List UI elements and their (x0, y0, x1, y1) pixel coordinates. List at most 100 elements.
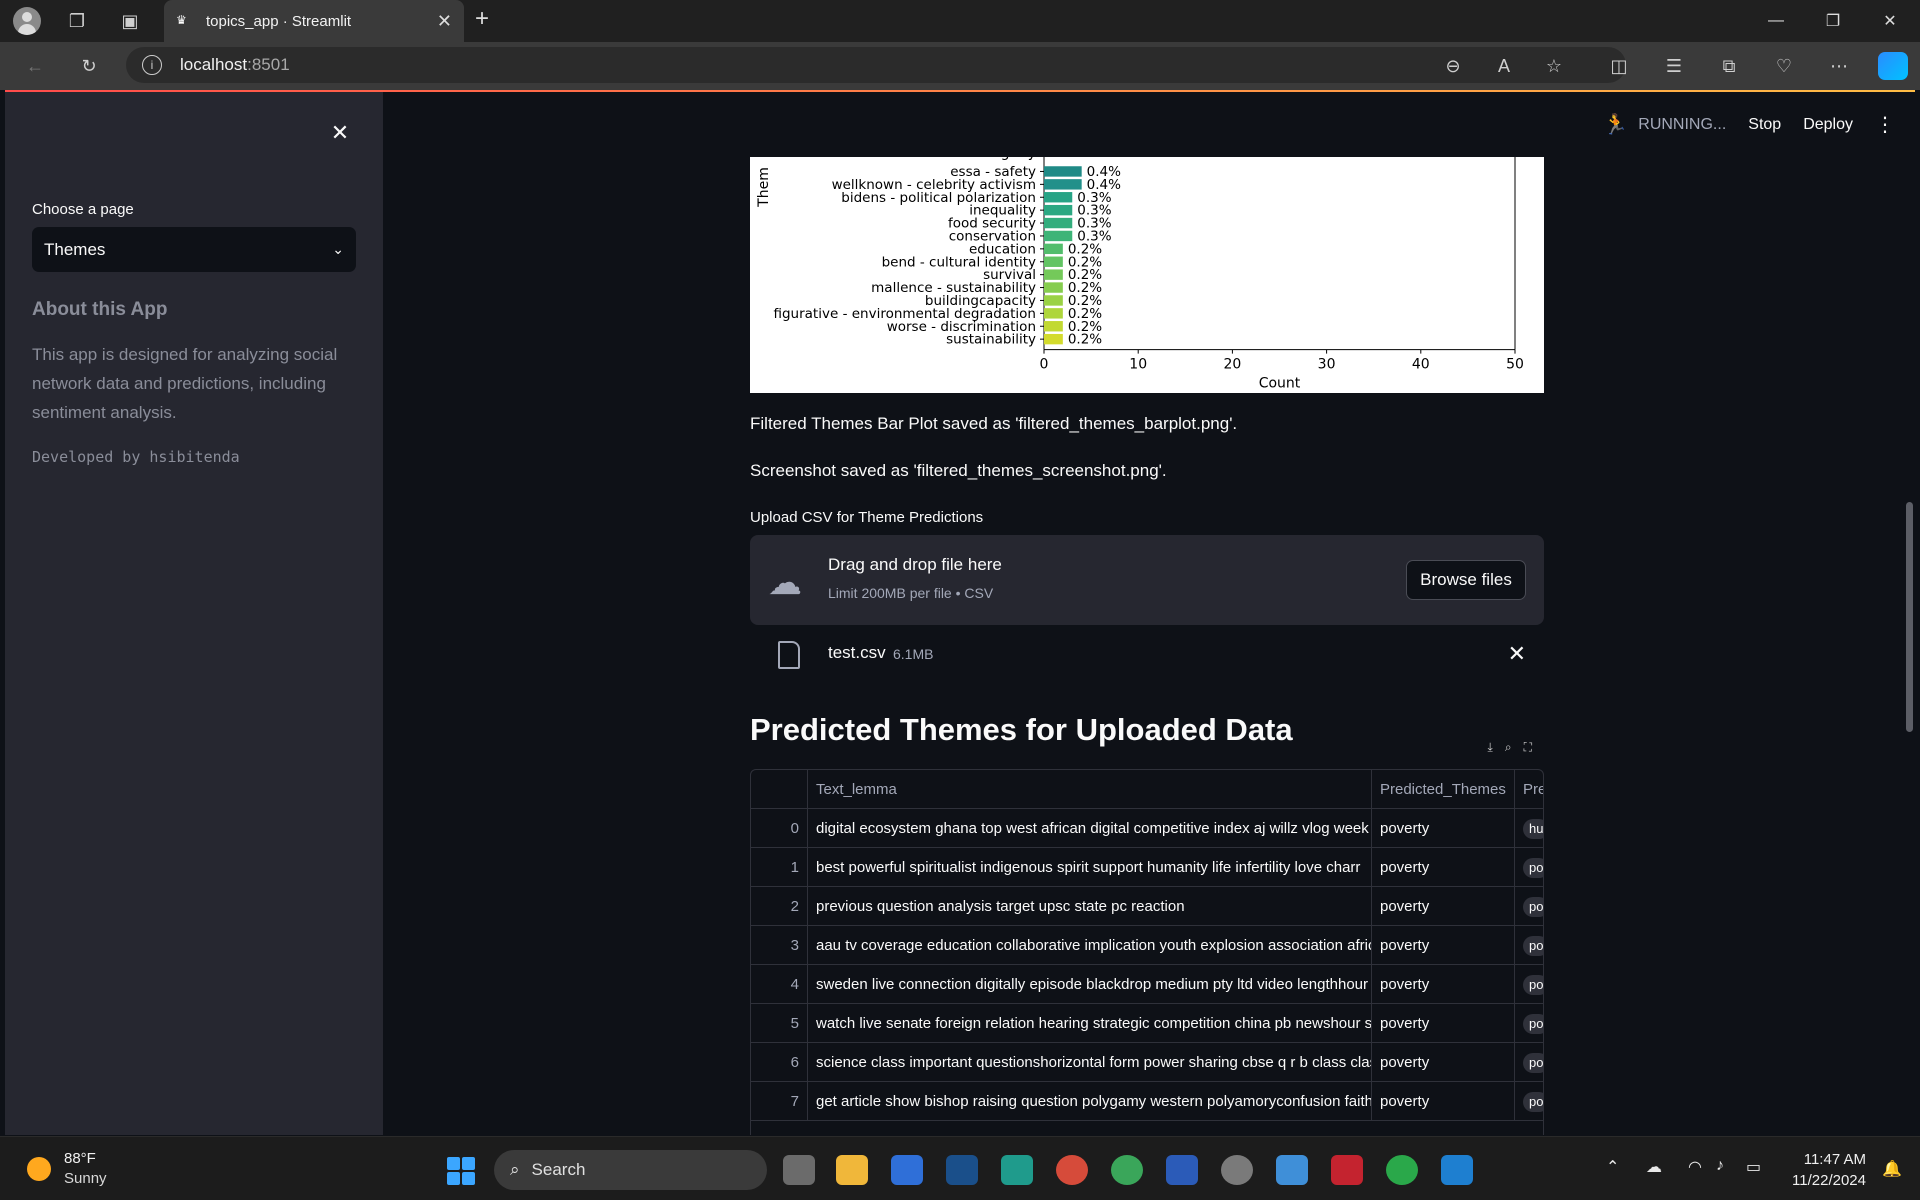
profile-avatar[interactable] (13, 7, 41, 35)
fullscreen-icon[interactable]: ⛶ (1524, 740, 1532, 755)
url-bar[interactable]: i localhost:8501 (126, 47, 1626, 83)
bar (1044, 321, 1063, 332)
file-dropzone[interactable]: ☁ Drag and drop file here Limit 200MB pe… (750, 535, 1544, 625)
favorites-icon[interactable]: ☰ (1658, 50, 1690, 82)
show-hidden-icons-icon[interactable]: ⌃ (1606, 1157, 1619, 1177)
minimize-icon[interactable]: — (1756, 6, 1796, 36)
favorite-star-icon[interactable]: ☆ (1538, 50, 1570, 82)
bar (1044, 269, 1063, 280)
pred-column-header[interactable]: Pre (1515, 770, 1543, 809)
reload-icon[interactable]: ↻ (73, 50, 105, 82)
weather-sun-icon[interactable] (27, 1157, 51, 1181)
predicted-themes-header[interactable]: Predicted_Themes (1372, 770, 1515, 809)
taskbar-search[interactable]: ⌕ Search (494, 1150, 767, 1190)
edge-icon[interactable] (1001, 1155, 1033, 1185)
read-aloud-icon[interactable]: A (1488, 50, 1520, 82)
file-icon (778, 641, 800, 669)
search-icon[interactable]: ⌕ (1505, 740, 1512, 755)
file-explorer-icon[interactable] (836, 1155, 868, 1185)
x-axis-label: Count (1259, 376, 1301, 392)
table-row[interactable]: 0 digital ecosystem ghana top west africa… (751, 809, 1543, 848)
text-lemma-cell: aau tv coverage education collaborative … (808, 926, 1372, 965)
themes-bar-chart: discrimination - gloryThemessa - safety0… (750, 157, 1544, 393)
main-menu-icon[interactable]: ⋮ (1875, 112, 1895, 137)
pred-cell: po (1515, 848, 1543, 887)
wifi-icon[interactable]: ◠ (1688, 1157, 1702, 1177)
url-host: localhost (180, 55, 248, 74)
settings-icon[interactable] (1221, 1155, 1253, 1185)
vscode-icon[interactable] (1441, 1155, 1473, 1185)
spinner-app-icon[interactable] (1386, 1155, 1418, 1185)
table-row[interactable]: 3 aau tv coverage education collaborative… (751, 926, 1543, 965)
remove-file-icon[interactable]: ✕ (1508, 641, 1526, 667)
chrome-profile-icon[interactable] (1111, 1155, 1143, 1185)
row-index: 1 (751, 848, 808, 887)
deploy-button[interactable]: Deploy (1803, 116, 1853, 134)
workspaces-icon[interactable]: ❐ (61, 5, 93, 37)
window-close-icon[interactable]: ✕ (1870, 6, 1910, 36)
table-row[interactable]: 7 get article show bishop raising questio… (751, 1082, 1543, 1121)
restore-icon[interactable]: ❐ (1813, 6, 1853, 36)
x-tick-label: 10 (1129, 357, 1147, 373)
split-screen-icon[interactable]: ◫ (1603, 50, 1635, 82)
taskbar-search-label: Search (531, 1160, 586, 1179)
pred-pill: po (1523, 936, 1543, 956)
site-info-icon[interactable]: i (142, 55, 162, 75)
text-lemma-cell: science class important questionshorizon… (808, 1043, 1372, 1082)
task-view-icon[interactable] (783, 1155, 815, 1185)
table-row[interactable]: 6 science class important questionshorizo… (751, 1043, 1543, 1082)
weather-desc[interactable]: Sunny (64, 1170, 107, 1187)
dell-icon[interactable] (946, 1155, 978, 1185)
back-icon[interactable]: ← (19, 50, 51, 82)
table-row[interactable]: 2 previous question analysis target upsc … (751, 887, 1543, 926)
browser-essentials-icon[interactable]: ♡ (1768, 50, 1800, 82)
page-select[interactable]: Themes ⌄ (32, 227, 356, 272)
store-icon[interactable] (891, 1155, 923, 1185)
text-lemma-header[interactable]: Text_lemma (808, 770, 1372, 809)
app-header: 🏃 RUNNING... Stop Deploy ⋮ (1603, 112, 1895, 137)
pred-cell: hu (1515, 809, 1543, 848)
stop-button[interactable]: Stop (1748, 116, 1781, 134)
mendeley-icon[interactable] (1331, 1155, 1363, 1185)
browse-files-button[interactable]: Browse files (1406, 560, 1526, 600)
close-sidebar-icon[interactable]: ✕ (325, 118, 355, 148)
collections-icon[interactable]: ⧉ (1713, 50, 1745, 82)
bar (1044, 230, 1073, 242)
bar (1044, 243, 1063, 255)
clock[interactable]: 11:47 AM 11/22/2024 (1792, 1149, 1866, 1191)
notification-bell-icon[interactable]: 🔔 (1882, 1159, 1902, 1179)
uploaded-file: test.csv 6.1MB ✕ (750, 637, 1544, 677)
volume-icon[interactable]: ♪ (1716, 1157, 1724, 1175)
onedrive-icon[interactable]: ☁ (1646, 1157, 1662, 1177)
windows-start-icon[interactable] (447, 1157, 475, 1185)
tick-label-partial: discrimination - glory (887, 157, 1036, 161)
table-row[interactable]: 5 watch live senate foreign relation hear… (751, 1004, 1543, 1043)
predicted-theme-cell: poverty (1372, 1004, 1515, 1043)
about-text: This app is designed for analyzing socia… (32, 345, 338, 422)
close-tab-icon[interactable]: ✕ (437, 11, 452, 32)
bar-chart-svg: discrimination - gloryThemessa - safety0… (756, 157, 1524, 392)
table-row[interactable]: 1 best powerful spiritualist indigenous s… (751, 848, 1543, 887)
battery-icon[interactable]: ▭ (1746, 1157, 1761, 1177)
new-tab-icon[interactable]: + (475, 5, 489, 33)
more-options-icon[interactable]: ⋯ (1823, 50, 1855, 82)
download-icon[interactable]: ⤓ (1488, 740, 1493, 755)
tab-actions-icon[interactable]: ▣ (114, 5, 146, 37)
chrome-icon[interactable] (1056, 1155, 1088, 1185)
weather-temp[interactable]: 88°F (64, 1150, 96, 1167)
zoom-out-icon[interactable]: ⊖ (1437, 50, 1469, 82)
sidebar: ✕ Choose a page Themes ⌄ About this App … (5, 92, 383, 1135)
table-row[interactable]: 4 sweden live connection digitally episod… (751, 965, 1543, 1004)
row-index: 4 (751, 965, 808, 1004)
text-lemma-cell: watch live senate foreign relation heari… (808, 1004, 1372, 1043)
bar (1044, 179, 1082, 190)
predicted-theme-cell: poverty (1372, 965, 1515, 1004)
bar (1044, 192, 1073, 203)
word-icon[interactable] (1166, 1155, 1198, 1185)
copilot-icon[interactable] (1878, 52, 1908, 80)
file-name: test.csv (828, 643, 886, 662)
page-scrollbar[interactable] (1906, 502, 1913, 732)
predictions-dataframe[interactable]: Text_lemma Predicted_Themes Pre 0digital… (750, 769, 1544, 1135)
browser-tab[interactable]: ♛ topics_app · Streamlit ✕ (164, 0, 464, 42)
photos-icon[interactable] (1276, 1155, 1308, 1185)
